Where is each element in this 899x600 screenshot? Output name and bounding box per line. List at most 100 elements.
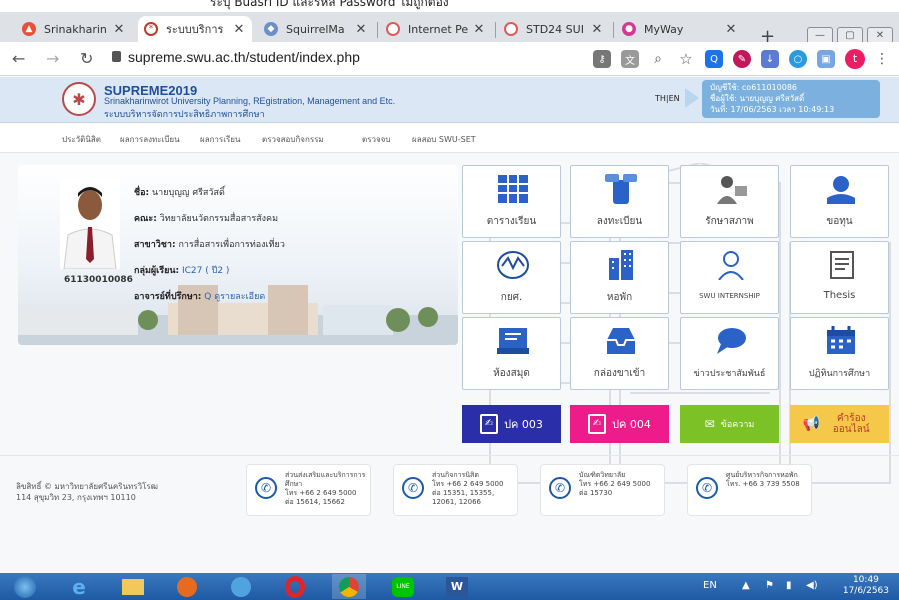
browser-tab-bar: ▲ Srinakharin ✕ * ระบบบริการ ✕ ◆ Squirre…	[0, 12, 899, 47]
menu-grades[interactable]: ผลการเรียน	[200, 133, 240, 146]
avatar[interactable]: t	[845, 49, 865, 69]
menu-registration-result[interactable]: ผลการลงทะเบียน	[120, 133, 180, 146]
taskbar-firefox[interactable]	[170, 574, 204, 599]
menu-dots-icon[interactable]: ⋮	[875, 51, 889, 67]
footer-divider	[0, 455, 899, 456]
tile-student-loan[interactable]: กยศ.	[462, 241, 561, 314]
menu-swu-set[interactable]: ผลสอบ SWU-SET	[412, 133, 476, 146]
tile-dormitory[interactable]: หอพัก	[570, 241, 669, 314]
ie-icon: e	[72, 574, 86, 599]
form-icon: ✍	[588, 414, 607, 434]
close-icon[interactable]: ✕	[472, 22, 486, 37]
extension-pen-icon[interactable]: ✎	[733, 50, 751, 68]
form-004-button[interactable]: ✍ ปค 004	[570, 405, 669, 443]
advisor-detail-link[interactable]: Q ดูรายละเอียด	[204, 292, 265, 302]
student-id: 61130010086	[64, 275, 133, 285]
network-icon[interactable]: ▮	[786, 580, 792, 591]
library-icon	[497, 328, 529, 354]
opera-icon	[285, 575, 305, 598]
language-switch[interactable]: TH|EN	[655, 94, 680, 103]
phone-icon: ✆	[549, 477, 571, 499]
contact-card: ✆ ศูนย์บริหารกิจการหอพัก โทร. +66 3 739 5…	[687, 464, 812, 516]
taskbar-explorer[interactable]	[116, 574, 150, 599]
building-icon	[609, 250, 633, 280]
calendar-icon	[827, 326, 855, 354]
tab-srinakharin[interactable]: ▲ Srinakharin ✕	[16, 16, 132, 42]
key-icon[interactable]: ⚷	[593, 50, 611, 68]
tab-myway[interactable]: ● MyWay ✕	[616, 16, 744, 42]
taskbar-opera[interactable]	[278, 574, 312, 599]
university-logo: ✱	[62, 82, 96, 116]
extension-circle-icon[interactable]: ○	[789, 50, 807, 68]
taskbar-ie[interactable]: e	[62, 574, 96, 599]
folder-icon	[122, 578, 144, 595]
tile-registration[interactable]: ลงทะเบียน	[570, 165, 669, 238]
app-icon	[231, 576, 251, 597]
tab-squirrelmail[interactable]: ◆ SquirrelMa ✕	[258, 16, 374, 42]
form-icon: ✍	[480, 414, 499, 434]
start-button[interactable]	[8, 574, 42, 599]
main-menu: ประวัตินิสิต ผลการลงทะเบียน ผลการเรียน ต…	[0, 123, 899, 153]
tab-std24[interactable]: STD24 SUI ✕	[498, 16, 610, 42]
download-icon[interactable]: ↓	[761, 50, 779, 68]
taskbar-line[interactable]: LINE	[386, 574, 420, 599]
inbox-icon	[607, 328, 635, 354]
close-icon[interactable]: ✕	[112, 22, 126, 37]
globe-icon	[504, 22, 518, 36]
tile-news[interactable]: ข่าวประชาสัมพันธ์	[680, 317, 779, 390]
star-icon[interactable]: ☆	[677, 50, 695, 68]
taskbar-word[interactable]: W	[440, 574, 474, 599]
tile-status-maintenance[interactable]: รักษาสภาพ	[680, 165, 779, 238]
volume-icon[interactable]: ◀)	[806, 580, 818, 591]
url-input[interactable]: supreme.swu.ac.th/student/index.php	[128, 49, 360, 65]
online-request-button[interactable]: 📢 คำร้องออนไลน์	[790, 405, 889, 443]
back-icon[interactable]: ←	[12, 49, 25, 68]
menu-student-history[interactable]: ประวัตินิสิต	[62, 133, 101, 146]
student-advisor-row: อาจารย์ที่ปรึกษา: Q ดูรายละเอียด	[134, 292, 266, 302]
tile-timetable[interactable]: ตารางเรียน	[462, 165, 561, 238]
menu-graduation-check[interactable]: ตรวจจบ	[362, 133, 390, 146]
close-icon[interactable]: ✕	[724, 22, 738, 37]
lock-icon	[112, 51, 121, 62]
chat-icon	[717, 328, 746, 354]
student-faculty-row: คณะ: วิทยาลัยนวัตกรรมสื่อสารสังคม	[134, 214, 279, 224]
tile-inbox[interactable]: กล่องขาเข้า	[570, 317, 669, 390]
tab-internet[interactable]: Internet Pe ✕	[380, 16, 492, 42]
translate-icon[interactable]: 文	[621, 50, 639, 68]
tile-thesis[interactable]: Thesis	[790, 241, 889, 314]
taskbar-chrome[interactable]	[332, 574, 366, 599]
site-header: ✱ SUPREME2019 Srinakharinwirot Universit…	[0, 77, 899, 123]
menu-activities[interactable]: ตรวจสอบกิจกรรม	[262, 133, 324, 146]
campus-illustration	[18, 285, 458, 345]
phone-icon: ✆	[696, 477, 718, 499]
forward-icon[interactable]: →	[46, 49, 59, 68]
tile-academic-calendar[interactable]: ปฏิทินการศึกษา	[790, 317, 889, 390]
footer-copyright: ลิขสิทธิ์ © มหาวิทยาลัยศรีนครินทรวิโรฒ 1…	[16, 482, 158, 502]
message-icon: ✉	[704, 417, 715, 431]
taskbar-clock[interactable]: 10:49 17/6/2563	[843, 575, 889, 597]
document-icon	[830, 251, 854, 279]
student-name-row: ชื่อ: นายบุญญ ศรีสวัสดิ์	[134, 188, 225, 198]
tile-scholarship[interactable]: ขอทุน	[790, 165, 889, 238]
extension-square-icon[interactable]: ▣	[817, 50, 835, 68]
taskbar-app[interactable]	[224, 574, 258, 599]
close-icon[interactable]: ✕	[232, 22, 246, 37]
search-icon[interactable]: ⌕	[649, 50, 667, 68]
flag-icon[interactable]: ⚑	[765, 580, 774, 591]
reload-icon[interactable]: ↻	[80, 49, 93, 68]
main-content: 61130010086 ชื่อ: นายบุญญ ศรีสวัสดิ์ คณะ…	[0, 153, 899, 573]
form-003-button[interactable]: ✍ ปค 003	[462, 405, 561, 443]
message-button[interactable]: ✉ ข้อความ	[680, 405, 779, 443]
tile-internship[interactable]: SWU INTERNSHIP	[680, 241, 779, 314]
close-icon[interactable]: ✕	[590, 22, 604, 37]
extension-q-icon[interactable]: Q	[705, 50, 723, 68]
top-caption: ระบุ Buasri ID และรหัส Password ไม่ถูกต้…	[0, 0, 899, 12]
language-indicator[interactable]: EN	[703, 580, 717, 591]
tray-arrow-icon[interactable]: ▲	[742, 580, 750, 591]
close-icon[interactable]: ✕	[354, 22, 368, 37]
a-icon: ▲	[22, 22, 36, 36]
tab-supreme[interactable]: * ระบบบริการ ✕	[138, 16, 252, 42]
tile-library[interactable]: ห้องสมุด	[462, 317, 561, 390]
chrome-icon	[339, 576, 359, 597]
address-bar: ← → ↻ supreme.swu.ac.th/student/index.ph…	[0, 42, 899, 76]
